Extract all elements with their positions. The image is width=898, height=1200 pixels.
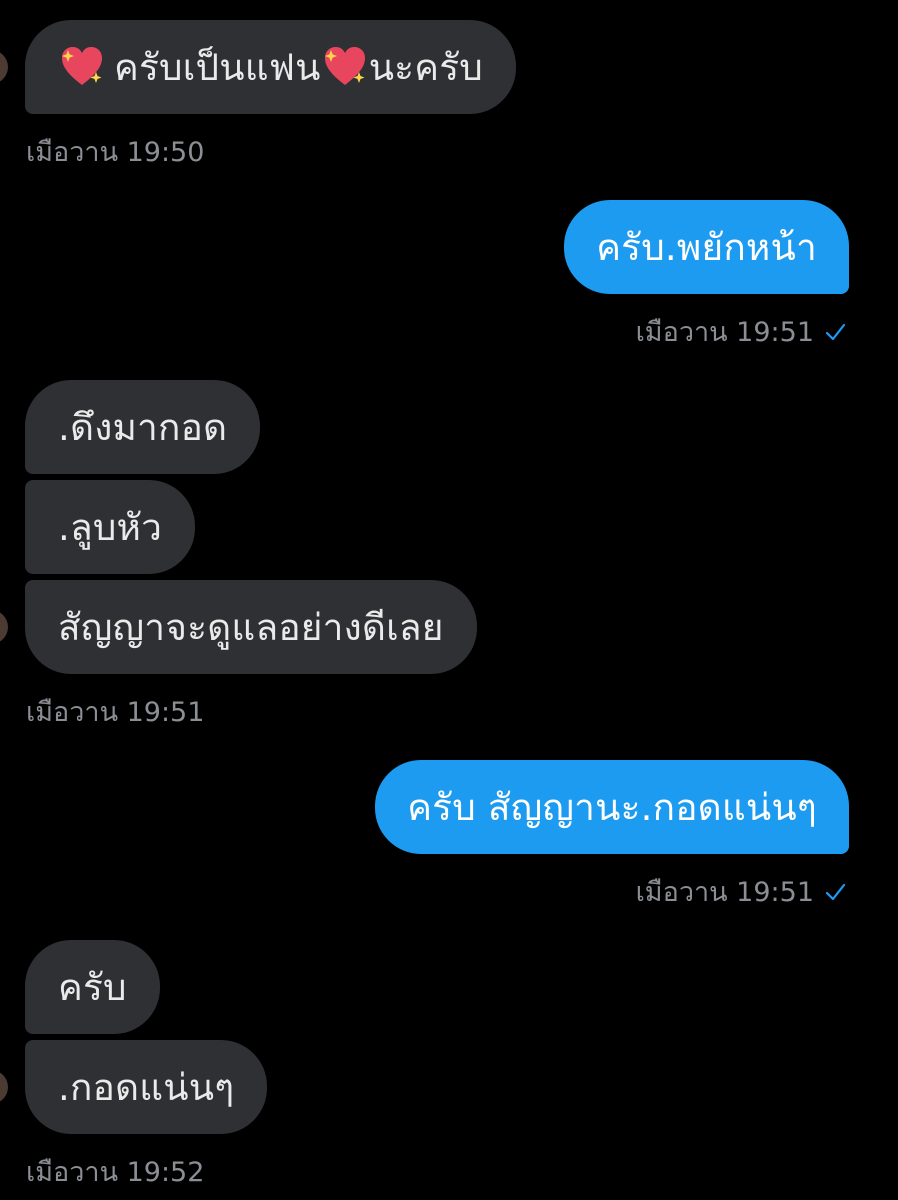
avatar[interactable] [0,50,8,84]
message-text: ครับ.พยักหน้า [596,225,817,269]
timestamp-text: เมือวาน 19:51 [26,697,205,728]
checkmark-icon [825,323,846,340]
message-text: ครับ [58,965,127,1009]
timestamp-text: เมือวาน 19:51 [635,317,814,348]
message-bubble-incoming[interactable]: .กอดแน่นๆ [25,1040,268,1134]
avatar[interactable] [0,1070,8,1104]
message-bubble-incoming[interactable]: ครับ [25,940,160,1034]
message-bubble-incoming[interactable]: สัญญาจะดูแลอย่างดีเลย [25,580,477,674]
timestamp-text: เมือวาน 19:52 [26,1157,205,1188]
checkmark-icon [825,883,846,900]
message-text: ครับ สัญญานะ.กอดแน่นๆ [407,785,817,829]
message-text: ครับเป็นแฟน [114,45,321,89]
message-text: .ดึงมากอด [58,405,228,449]
message-text: สัญญาจะดูแลอย่างดีเลย [58,605,444,649]
sparkling-heart-icon [321,43,369,91]
message-text: นะครับ [368,45,483,89]
message-bubble-outgoing[interactable]: ครับ สัญญานะ.กอดแน่นๆ [375,760,849,854]
message-text: .กอดแน่นๆ [58,1065,235,1109]
timestamp-text: เมือวาน 19:50 [26,137,205,168]
message-bubble-outgoing[interactable]: ครับ.พยักหน้า [564,200,849,294]
message-timestamp: เมือวาน 19:50 [26,130,204,173]
sparkling-heart-icon [58,43,106,91]
message-timestamp: เมือวาน 19:51 [26,690,204,733]
timestamp-text: เมือวาน 19:51 [635,877,814,908]
message-bubble-incoming[interactable]: ครับเป็นแฟน นะครับ [25,20,516,114]
message-bubble-incoming[interactable]: .ลูบหัว [25,480,196,574]
message-text: .ลูบหัว [58,505,163,549]
avatar[interactable] [0,610,8,644]
message-bubble-incoming[interactable]: .ดึงมากอด [25,380,261,474]
message-timestamp: เมือวาน 19:52 [26,1150,204,1193]
message-status: เมือวาน 19:51 [636,870,846,913]
message-status: เมือวาน 19:51 [636,310,846,353]
